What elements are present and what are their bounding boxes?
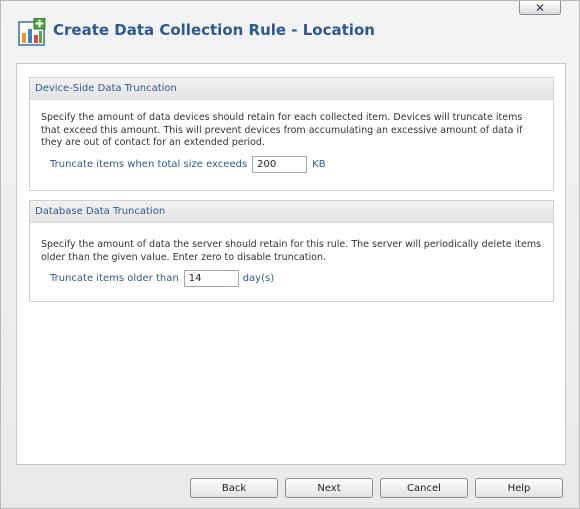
size-limit-label: Truncate items when total size exceeds [50, 158, 248, 170]
size-limit-unit: KB [312, 158, 326, 170]
age-limit-unit: day(s) [242, 273, 275, 284]
dialog-window: ✕ Create Data Collection Rule - Location… [0, 0, 580, 509]
age-limit-row: Truncate items older than day(s) [50, 270, 553, 287]
size-limit-input[interactable] [252, 155, 308, 173]
next-button[interactable]: Next [285, 478, 373, 498]
section-description: Specify the amount of data devices shoul… [41, 112, 523, 148]
cancel-button[interactable]: Cancel [380, 478, 468, 498]
section-header: Device-Side Data Truncation [30, 78, 553, 100]
chart-add-icon [18, 17, 46, 46]
size-limit-row: Truncate items when total size exceeds K… [50, 155, 553, 173]
content-panel: Device-Side Data Truncation Specify the … [16, 63, 566, 465]
section-description: Specify the amount of data the server sh… [41, 239, 542, 263]
section-header: Database Data Truncation [30, 201, 553, 223]
back-button[interactable]: Back [190, 478, 278, 498]
close-button[interactable]: ✕ [519, 1, 561, 15]
age-limit-input[interactable] [183, 270, 239, 287]
age-limit-label: Truncate items older than [50, 273, 179, 284]
dialog-title: Create Data Collection Rule - Location [53, 21, 375, 39]
close-icon: ✕ [534, 0, 546, 15]
device-side-truncation-section: Device-Side Data Truncation Specify the … [29, 77, 554, 191]
help-button[interactable]: Help [475, 478, 563, 498]
database-truncation-section: Database Data Truncation Specify the amo… [29, 200, 554, 302]
